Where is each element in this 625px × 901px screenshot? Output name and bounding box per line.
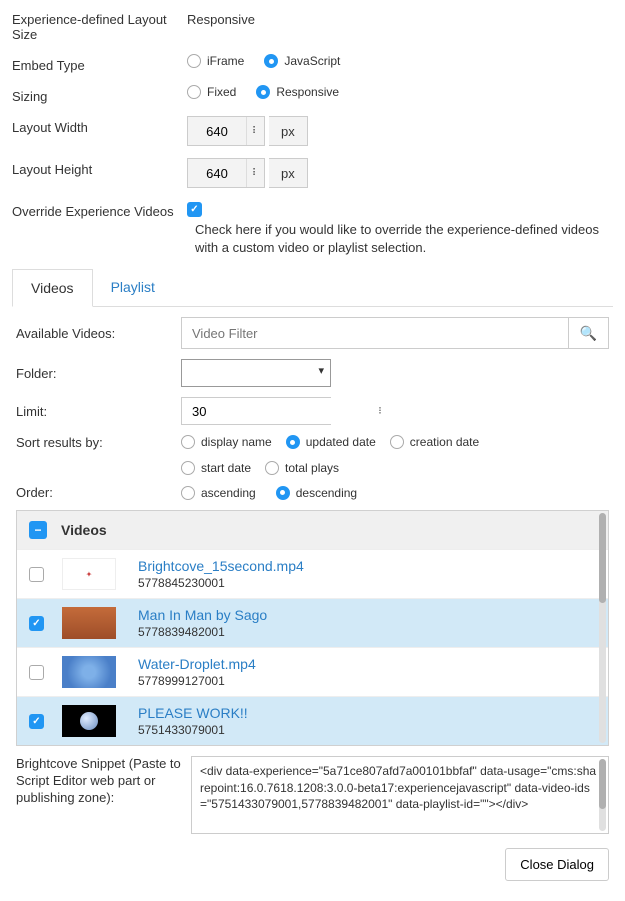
sort-total-plays[interactable]: total plays — [265, 461, 339, 475]
sizing-fixed[interactable]: Fixed — [187, 85, 236, 99]
video-title[interactable]: PLEASE WORK!! — [138, 705, 596, 721]
collapse-button[interactable]: − — [29, 521, 47, 539]
radio-icon — [181, 435, 195, 449]
video-list-title: Videos — [61, 522, 107, 538]
radio-label: updated date — [306, 435, 376, 449]
tab-videos[interactable]: Videos — [12, 269, 93, 307]
embed-type-iframe[interactable]: iFrame — [187, 54, 244, 68]
layout-width-label: Layout Width — [12, 116, 187, 135]
snippet-textarea[interactable]: <div data-experience="5a71ce807afd7a0010… — [191, 756, 609, 834]
video-title[interactable]: Man In Man by Sago — [138, 607, 596, 623]
radio-icon — [256, 85, 270, 99]
layout-size-label: Experience-defined Layout Size — [12, 8, 187, 42]
sort-updated-date[interactable]: updated date — [286, 435, 376, 449]
video-thumbnail: ✦ — [62, 558, 116, 590]
radio-icon — [181, 461, 195, 475]
radio-label: Fixed — [207, 85, 236, 99]
search-icon: 🔍 — [580, 325, 597, 342]
close-dialog-button[interactable]: Close Dialog — [505, 848, 609, 881]
layout-height-label: Layout Height — [12, 158, 187, 177]
unit-label: px — [269, 116, 308, 146]
radio-label: ascending — [201, 486, 256, 500]
radio-label: descending — [296, 486, 357, 500]
video-row[interactable]: Water-Droplet.mp4 5778999127001 — [17, 647, 608, 696]
limit-label: Limit: — [16, 404, 181, 419]
stepper-icon[interactable]: ⠇ — [246, 159, 264, 187]
scrollbar-thumb[interactable] — [599, 513, 606, 603]
unit-label: px — [269, 158, 308, 188]
folder-select[interactable] — [181, 359, 331, 387]
video-row[interactable]: PLEASE WORK!! 5751433079001 — [17, 696, 608, 745]
row-checkbox[interactable] — [29, 567, 44, 582]
search-button[interactable]: 🔍 — [569, 317, 609, 349]
order-label: Order: — [16, 485, 181, 500]
sizing-label: Sizing — [12, 85, 187, 104]
video-list: − Videos ✦ Brightcove_15second.mp4 57788… — [16, 510, 609, 746]
radio-label: display name — [201, 435, 272, 449]
video-tabs: Videos Playlist — [12, 269, 613, 307]
radio-label: creation date — [410, 435, 479, 449]
scrollbar[interactable] — [599, 759, 606, 831]
radio-label: iFrame — [207, 54, 244, 68]
radio-label: start date — [201, 461, 251, 475]
video-filter-input[interactable] — [181, 317, 569, 349]
video-id: 5751433079001 — [138, 723, 596, 737]
sort-label: Sort results by: — [16, 435, 181, 450]
stepper-icon[interactable]: ⠇ — [246, 117, 264, 145]
embed-type-javascript[interactable]: JavaScript — [264, 54, 340, 68]
limit-input[interactable] — [182, 398, 378, 424]
radio-label: JavaScript — [284, 54, 340, 68]
embed-type-label: Embed Type — [12, 54, 187, 73]
scrollbar-thumb[interactable] — [599, 759, 606, 809]
sizing-responsive[interactable]: Responsive — [256, 85, 339, 99]
layout-height-input[interactable] — [188, 159, 246, 187]
override-description: Check here if you would like to override… — [195, 221, 613, 257]
row-checkbox[interactable] — [29, 616, 44, 631]
row-checkbox[interactable] — [29, 665, 44, 680]
radio-icon — [390, 435, 404, 449]
radio-icon — [187, 54, 201, 68]
order-descending[interactable]: descending — [276, 486, 357, 500]
tab-playlist[interactable]: Playlist — [93, 269, 173, 306]
radio-label: total plays — [285, 461, 339, 475]
sort-creation-date[interactable]: creation date — [390, 435, 479, 449]
row-checkbox[interactable] — [29, 714, 44, 729]
video-row[interactable]: ✦ Brightcove_15second.mp4 5778845230001 — [17, 549, 608, 598]
video-id: 5778839482001 — [138, 625, 596, 639]
radio-label: Responsive — [276, 85, 339, 99]
folder-label: Folder: — [16, 366, 181, 381]
video-id: 5778999127001 — [138, 674, 596, 688]
scrollbar[interactable] — [599, 513, 606, 743]
video-title[interactable]: Water-Droplet.mp4 — [138, 656, 596, 672]
radio-icon — [265, 461, 279, 475]
radio-icon — [181, 486, 195, 500]
radio-icon — [187, 85, 201, 99]
stepper-icon[interactable]: ⠇ — [378, 398, 385, 424]
layout-size-value: Responsive — [187, 8, 255, 27]
radio-icon — [264, 54, 278, 68]
snippet-content: <div data-experience="5a71ce807afd7a0010… — [200, 764, 596, 810]
snippet-label: Brightcove Snippet (Paste to Script Edit… — [16, 756, 191, 807]
video-thumbnail — [62, 607, 116, 639]
radio-icon — [286, 435, 300, 449]
override-checkbox[interactable] — [187, 202, 202, 217]
video-title[interactable]: Brightcove_15second.mp4 — [138, 558, 596, 574]
video-thumbnail — [62, 656, 116, 688]
video-thumbnail — [62, 705, 116, 737]
override-label: Override Experience Videos — [12, 200, 187, 219]
radio-icon — [276, 486, 290, 500]
video-row[interactable]: Man In Man by Sago 5778839482001 — [17, 598, 608, 647]
layout-width-input[interactable] — [188, 117, 246, 145]
sort-start-date[interactable]: start date — [181, 461, 251, 475]
video-id: 5778845230001 — [138, 576, 596, 590]
available-videos-label: Available Videos: — [16, 326, 181, 341]
order-ascending[interactable]: ascending — [181, 486, 256, 500]
sort-display-name[interactable]: display name — [181, 435, 272, 449]
